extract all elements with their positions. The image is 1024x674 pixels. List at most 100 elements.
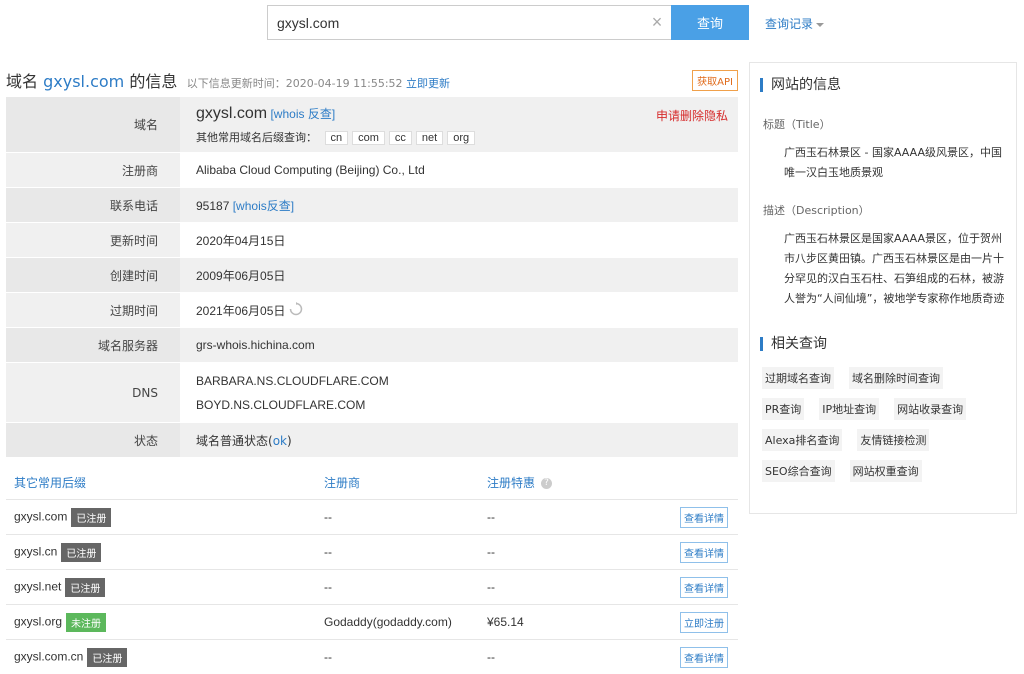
label-status: 状态 (6, 423, 180, 457)
row-created: 创建时间 2009年06月05日 (6, 258, 738, 293)
expires-value: 2021年06月05日 (196, 303, 286, 318)
row-status: 状态 域名普通状态(ok) (6, 423, 738, 458)
related-link-index[interactable]: 网站收录查询 (894, 398, 967, 420)
suffix-com[interactable]: com (352, 130, 385, 145)
related-title: 相关查询 (760, 337, 1016, 351)
status-badge: 已注册 (71, 507, 112, 527)
related-link-delete-time[interactable]: 域名删除时间查询 (849, 367, 943, 389)
search-button[interactable]: 查询 (671, 5, 749, 40)
col-header-suffix: 其它常用后缀 (14, 476, 87, 490)
phone-whois-link[interactable]: [whois反查] (233, 199, 294, 213)
related-link-expired-domain[interactable]: 过期域名查询 (762, 367, 834, 389)
title-value: 广西玉石林景区 - 国家AAAA级风景区，中国唯一汉白玉地质景观 (784, 146, 1002, 179)
row-registrar: -- (324, 545, 332, 559)
row-dns: DNS BARBARA.NS.CLOUDFLARE.COM BOYD.NS.CL… (6, 363, 738, 423)
label-expires: 过期时间 (6, 293, 180, 327)
site-info-title: 网站的信息 (760, 78, 1016, 92)
view-details-button[interactable]: 查看详情 (680, 541, 728, 563)
table-row: gxysl.com.cn 已注册 -- -- 查看详情 (6, 640, 738, 674)
view-details-button[interactable]: 查看详情 (680, 576, 728, 598)
help-icon[interactable]: ? (541, 478, 553, 489)
col-header-registrar: 注册商 (324, 476, 361, 490)
desc-label: 描述（Description） (763, 204, 870, 217)
query-history-label: 查询记录 (765, 17, 814, 31)
suffix-cn[interactable]: cn (324, 130, 349, 145)
related-link-alexa[interactable]: Alexa排名查询 (762, 429, 843, 451)
label-registrar: 注册商 (6, 153, 180, 187)
whois-reverse-link[interactable]: [whois 反查] (270, 107, 335, 121)
row-price: ¥65.14 (487, 615, 524, 629)
related-link-seo[interactable]: SEO综合查询 (762, 460, 835, 482)
row-expires: 过期时间 2021年06月05日 (6, 293, 738, 328)
label-created: 创建时间 (6, 258, 180, 292)
label-domain: 域名 (6, 97, 180, 152)
row-registrar: -- (324, 650, 332, 664)
suffix-net[interactable]: net (415, 130, 444, 145)
related-link-ip[interactable]: IP地址查询 (819, 398, 880, 420)
row-nameserver: 域名服务器 grs-whois.hichina.com (6, 328, 738, 363)
row-price: -- (487, 650, 495, 664)
row-domain: 域名 gxysl.com [whois 反查] 其他常用域名后缀查询： cn co… (6, 97, 738, 153)
related-link-weight[interactable]: 网站权重查询 (849, 460, 922, 482)
register-now-button[interactable]: 立即注册 (680, 611, 728, 633)
row-domain: gxysl.org (14, 614, 63, 629)
row-price: -- (487, 545, 495, 559)
related-links: 过期域名查询 域名删除时间查询 PR查询 IP地址查询 网站收录查询 Alexa排名查… (750, 367, 1016, 491)
phone-value: 95187 (196, 198, 230, 213)
col-header-offer: 注册特惠 (487, 476, 536, 490)
table-header: 其它常用后缀 注册商 注册特惠? (6, 466, 738, 500)
title-suffix: 的信息 (129, 72, 178, 91)
query-history-dropdown[interactable]: 查询记录 (765, 15, 825, 32)
title-prefix: 域名 (6, 72, 39, 91)
row-domain: gxysl.com.cn (14, 649, 84, 664)
suffix-org[interactable]: org (447, 130, 476, 145)
update-time-text: 以下信息更新时间：2020-04-19 11:55:52 (186, 77, 403, 90)
search-bar: × 查询 (267, 5, 749, 40)
related-link-pr[interactable]: PR查询 (762, 398, 805, 420)
get-api-button[interactable]: 获取API (692, 70, 738, 91)
status-suffix: ) (286, 433, 292, 448)
domain-value: gxysl.com (196, 104, 268, 122)
search-input[interactable] (267, 5, 671, 40)
view-details-button[interactable]: 查看详情 (680, 506, 728, 528)
sidebar: 网站的信息 标题（Title） 广西玉石林景区 - 国家AAAA级风景区，中国唯… (749, 62, 1017, 514)
row-registrar: -- (324, 580, 332, 594)
whois-info-table: 域名 gxysl.com [whois 反查] 其他常用域名后缀查询： cn co… (6, 97, 738, 458)
table-row: gxysl.net 已注册 -- -- 查看详情 (6, 570, 738, 605)
label-nameserver: 域名服务器 (6, 328, 180, 362)
status-badge: 已注册 (87, 647, 128, 667)
view-details-button[interactable]: 查看详情 (680, 646, 728, 668)
row-registrar: -- (324, 510, 332, 524)
update-now-link[interactable]: 立即更新 (406, 77, 450, 90)
table-row: gxysl.com 已注册 -- -- 查看详情 (6, 500, 738, 535)
status-prefix: 域名普通状态( (196, 433, 273, 448)
other-suffix-table: 其它常用后缀 注册商 注册特惠? gxysl.com 已注册 -- -- 查看详情 gxy… (6, 466, 738, 674)
status-badge: 未注册 (66, 612, 107, 632)
suffix-query-label: 其他常用域名后缀查询： (196, 130, 317, 144)
status-badge: 已注册 (61, 542, 102, 562)
dns-1: BARBARA.NS.CLOUDFLARE.COM (196, 373, 389, 388)
row-phone: 联系电话 95187 [whois反查] (6, 188, 738, 223)
row-price: -- (487, 510, 495, 524)
label-dns: DNS (6, 363, 180, 422)
close-icon[interactable]: × (648, 13, 666, 31)
chevron-down-icon (816, 22, 825, 27)
status-ok-link[interactable]: ok (273, 434, 287, 448)
table-row: gxysl.org 未注册 Godaddy(godaddy.com) ¥65.14 立即… (6, 605, 738, 640)
table-row: gxysl.cn 已注册 -- -- 查看详情 (6, 535, 738, 570)
nameserver-value: grs-whois.hichina.com (180, 328, 738, 362)
row-registrar: 注册商 Alibaba Cloud Computing (Beijing) Co… (6, 153, 738, 188)
desc-value: 广西玉石林景区是国家AAAA景区，位于贺州市八步区黄田镇。广西玉石林景区是由一片… (784, 232, 1005, 305)
page-title: 域名 gxysl.com 的信息 以下信息更新时间：2020-04-19 11:… (6, 68, 738, 92)
row-domain: gxysl.com (14, 509, 68, 524)
refresh-icon[interactable] (289, 301, 303, 316)
row-domain: gxysl.cn (14, 544, 58, 559)
related-link-friendlink[interactable]: 友情链接检测 (857, 429, 930, 451)
title-label: 标题（Title） (763, 118, 831, 131)
delete-privacy-link[interactable]: 申请删除隐私 (656, 107, 728, 124)
row-updated: 更新时间 2020年04月15日 (6, 223, 738, 258)
suffix-cc[interactable]: cc (388, 130, 412, 145)
title-domain: gxysl.com (43, 72, 125, 91)
updated-value: 2020年04月15日 (196, 233, 286, 248)
row-price: -- (487, 580, 495, 594)
